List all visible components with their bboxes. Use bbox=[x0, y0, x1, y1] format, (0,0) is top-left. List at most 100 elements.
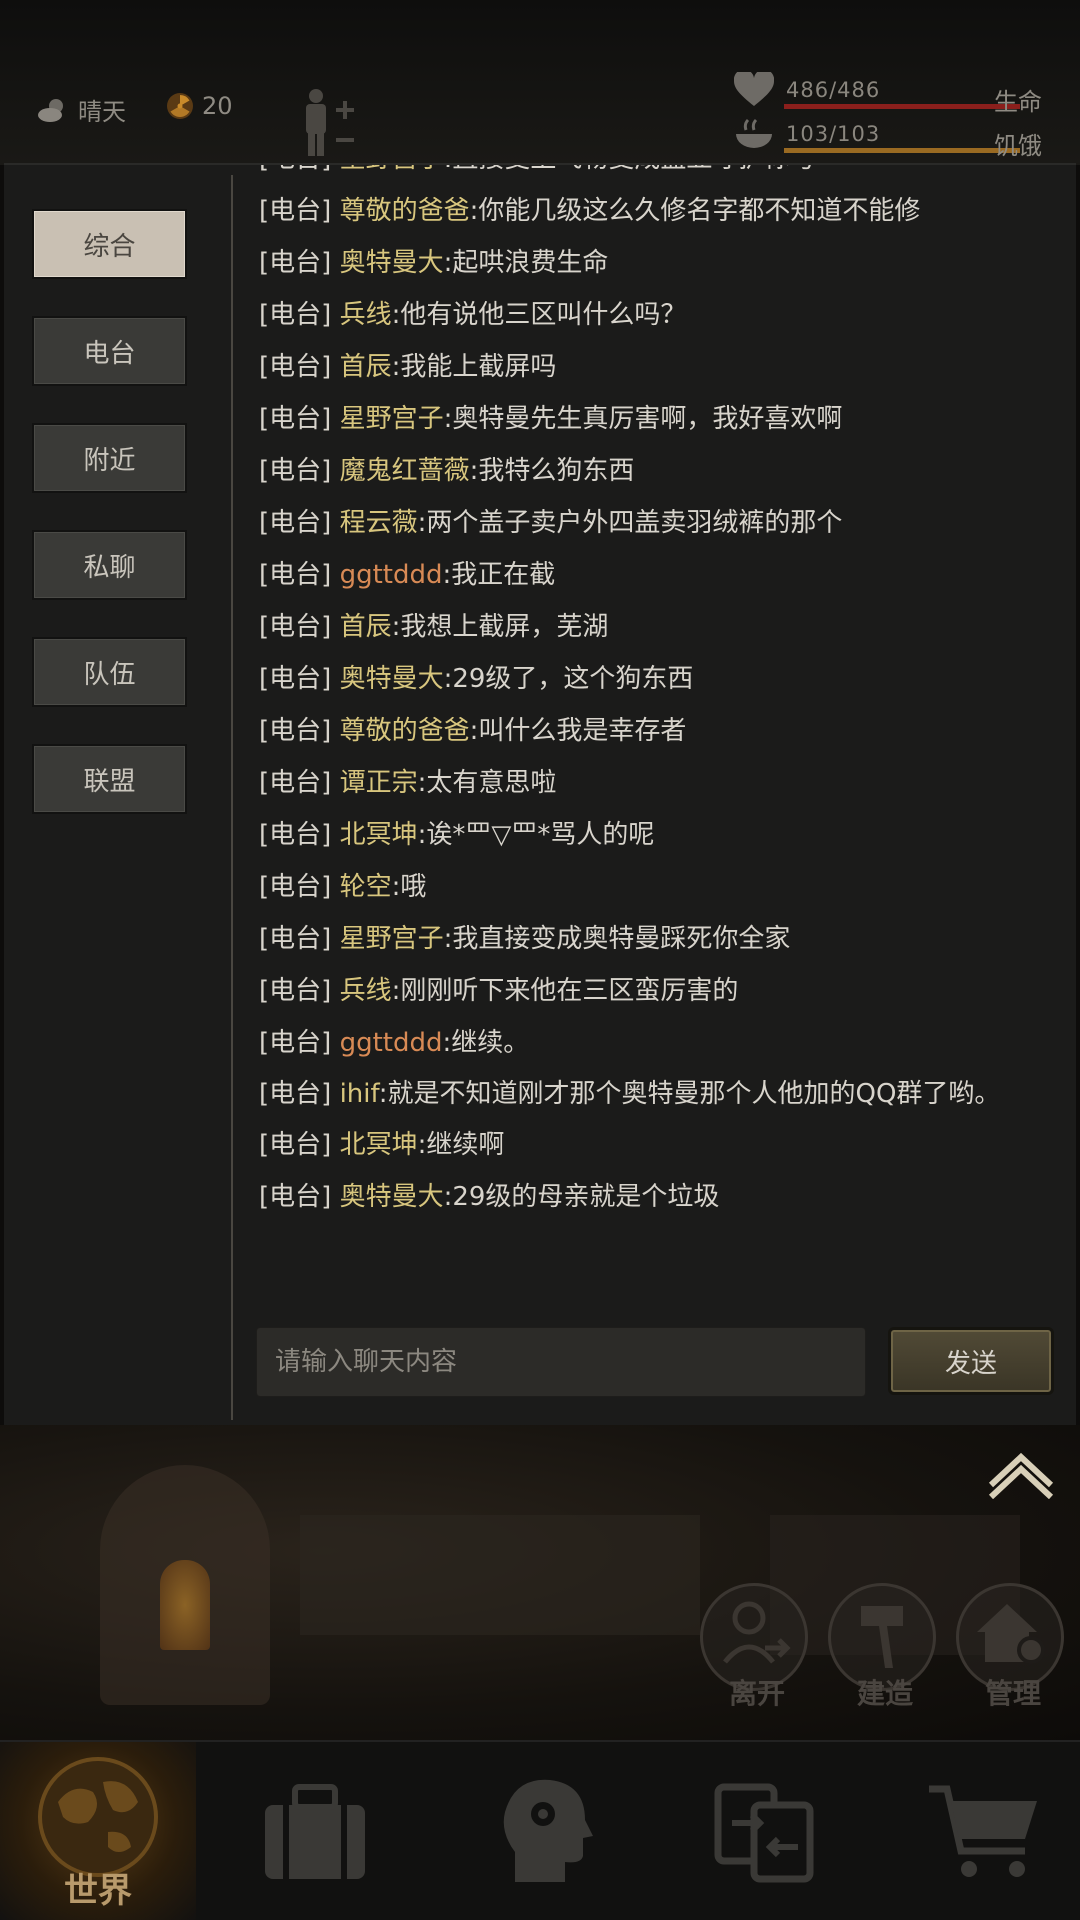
message-sender[interactable]: 轮空 bbox=[340, 872, 392, 902]
chat-input[interactable] bbox=[256, 1327, 866, 1397]
house-gear-icon bbox=[977, 1604, 1045, 1664]
message-sender[interactable]: ggttddd bbox=[340, 560, 443, 590]
message-text: :我能上截屏吗 bbox=[391, 352, 557, 382]
chevron-up-icon bbox=[988, 1452, 1054, 1500]
tab-2[interactable]: 附近 bbox=[32, 423, 187, 493]
nav-world[interactable]: 世界 bbox=[0, 1742, 196, 1920]
message-channel: [电台] bbox=[259, 456, 332, 486]
chat-message: [电台] 北冥坤:诶*罒▽罒*骂人的呢 bbox=[259, 809, 1059, 861]
tab-label: 附近 bbox=[83, 445, 136, 476]
chat-message: [电台] 奥特曼大:起哄浪费生命 bbox=[259, 237, 1059, 289]
forge-fire-illustration bbox=[160, 1560, 210, 1650]
chat-message: [电台] 尊敬的爸爸:叫什么我是幸存者 bbox=[259, 705, 1059, 757]
message-sender[interactable]: ihif bbox=[340, 1079, 379, 1109]
hp-label: 生命 bbox=[994, 88, 1042, 116]
message-text: :叫什么我是幸存者 bbox=[469, 716, 687, 746]
cloud-sun-icon bbox=[38, 98, 63, 122]
tab-1[interactable]: 电台 bbox=[32, 316, 187, 386]
leave-label: 离开 bbox=[728, 1677, 785, 1710]
message-channel: [电台] bbox=[259, 924, 332, 954]
message-sender[interactable]: 首辰 bbox=[340, 352, 392, 382]
message-text: :你能几级这么久修名字都不知道不能修 bbox=[469, 196, 921, 226]
message-sender[interactable]: 星野宫子 bbox=[340, 165, 444, 174]
message-channel: [电台] bbox=[259, 1130, 332, 1160]
message-sender[interactable]: 程云薇 bbox=[340, 508, 418, 538]
message-sender[interactable]: 奥特曼大 bbox=[340, 248, 444, 278]
message-text: :我特么狗东西 bbox=[469, 456, 635, 486]
chat-message: [电台] 魔鬼红蔷薇:我特么狗东西 bbox=[259, 445, 1059, 497]
weather-label: 晴天 bbox=[78, 98, 126, 126]
nav-skills[interactable] bbox=[470, 1742, 620, 1920]
tab-5[interactable]: 联盟 bbox=[32, 744, 187, 814]
manage-button[interactable]: 管理 bbox=[956, 1583, 1064, 1710]
tab-label: 队伍 bbox=[83, 659, 136, 690]
send-button[interactable]: 发送 bbox=[888, 1327, 1054, 1395]
message-sender[interactable]: 尊敬的爸爸 bbox=[340, 716, 470, 746]
message-text: :继续。 bbox=[442, 1028, 530, 1058]
message-channel: [电台] bbox=[259, 976, 332, 1006]
top-hud: 晴天 20 486/486 生命 103/103 饥饿 bbox=[0, 0, 1080, 165]
leave-button[interactable]: 离开 bbox=[700, 1583, 808, 1710]
message-text: :就是不知道刚才那个奥特曼那个人他加的QQ群了哟。 bbox=[378, 1079, 1001, 1109]
chat-message: [电台] 轮空:哦 bbox=[259, 861, 1059, 913]
chat-input-row: 发送 bbox=[256, 1327, 1054, 1397]
message-sender[interactable]: 奥特曼大 bbox=[340, 664, 444, 694]
message-channel: [电台] bbox=[259, 560, 332, 590]
message-text: :直接变上飞物变成盖亚守护你号 bbox=[444, 165, 817, 174]
message-sender[interactable]: 奥特曼大 bbox=[340, 1182, 444, 1212]
hp-bar-fill bbox=[784, 104, 1020, 109]
message-text: :哦 bbox=[391, 872, 427, 902]
tab-4[interactable]: 队伍 bbox=[32, 637, 187, 707]
collapse-chevron-button[interactable] bbox=[986, 1449, 1056, 1503]
message-sender[interactable]: 北冥坤 bbox=[340, 820, 418, 850]
message-channel: [电台] bbox=[259, 248, 332, 278]
message-text: :两个盖子卖户外四盖卖羽绒裤的那个 bbox=[417, 508, 843, 538]
send-label: 发送 bbox=[944, 1348, 997, 1379]
nav-shop[interactable] bbox=[910, 1742, 1060, 1920]
message-sender[interactable]: 兵线 bbox=[340, 300, 392, 330]
person-exit-icon bbox=[723, 1601, 791, 1664]
message-sender[interactable]: 魔鬼红蔷薇 bbox=[340, 456, 470, 486]
message-sender[interactable]: 星野宫子 bbox=[340, 924, 444, 954]
tab-0[interactable]: 综合 bbox=[32, 209, 187, 279]
chat-message: [电台] 星野宫子:直接变上飞物变成盖亚守护你号 bbox=[259, 165, 1059, 185]
tab-label: 综合 bbox=[83, 231, 136, 262]
message-sender[interactable]: 星野宫子 bbox=[340, 404, 444, 434]
chat-message: [电台] 星野宫子:我直接变成奥特曼踩死你全家 bbox=[259, 913, 1059, 965]
hunger-stat: 103/103 饥饿 bbox=[734, 116, 1080, 160]
message-channel: [电台] bbox=[259, 165, 331, 174]
hp-bar bbox=[784, 104, 1020, 109]
nav-exchange[interactable] bbox=[690, 1742, 840, 1920]
hunger-bar-fill bbox=[784, 148, 1020, 153]
heart-icon bbox=[734, 72, 774, 106]
message-channel: [电台] bbox=[259, 196, 332, 226]
message-text: :诶*罒▽罒*骂人的呢 bbox=[417, 820, 655, 850]
manage-label: 管理 bbox=[984, 1677, 1041, 1710]
message-channel: [电台] bbox=[259, 1028, 332, 1058]
message-sender[interactable]: 首辰 bbox=[340, 612, 392, 642]
nav-inventory[interactable] bbox=[240, 1742, 390, 1920]
message-channel: [电台] bbox=[259, 300, 332, 330]
chat-message: [电台] 首辰:我想上截屏，芜湖 bbox=[259, 601, 1059, 653]
chat-message: [电台] 尊敬的爸爸:你能几级这么久修名字都不知道不能修 bbox=[259, 185, 1059, 237]
message-sender[interactable]: ggttddd bbox=[340, 1028, 443, 1058]
message-sender[interactable]: 尊敬的爸爸 bbox=[340, 196, 470, 226]
message-sender[interactable]: 北冥坤 bbox=[340, 1130, 418, 1160]
build-button[interactable]: 建造 bbox=[828, 1583, 936, 1710]
message-text: :奥特曼先生真厉害啊，我好喜欢啊 bbox=[443, 404, 843, 434]
message-sender[interactable]: 兵线 bbox=[340, 976, 392, 1006]
chat-message-list[interactable]: [电台] 星野宫子:直接变上飞物变成盖亚守护你号[电台] 尊敬的爸爸:你能几级这… bbox=[259, 165, 1059, 1285]
hunger-label: 饥饿 bbox=[994, 132, 1042, 160]
shopping-cart-icon bbox=[929, 1785, 1037, 1877]
tab-3[interactable]: 私聊 bbox=[32, 530, 187, 600]
message-text: :29级了，这个狗东西 bbox=[443, 664, 694, 694]
workshop-scene: 离开 建造 管理 bbox=[0, 1425, 1080, 1740]
character-body-button[interactable] bbox=[296, 88, 364, 162]
hp-stat: 486/486 生命 bbox=[734, 72, 1080, 116]
hp-value: 486/486 bbox=[786, 78, 881, 102]
message-text: :我直接变成奥特曼踩死你全家 bbox=[443, 924, 791, 954]
exchange-icon bbox=[714, 1783, 814, 1883]
radiation-value: 20 bbox=[202, 92, 233, 120]
message-sender[interactable]: 谭正宗 bbox=[340, 768, 418, 798]
chat-message: [电台] ggttddd:继续。 bbox=[259, 1017, 1059, 1069]
